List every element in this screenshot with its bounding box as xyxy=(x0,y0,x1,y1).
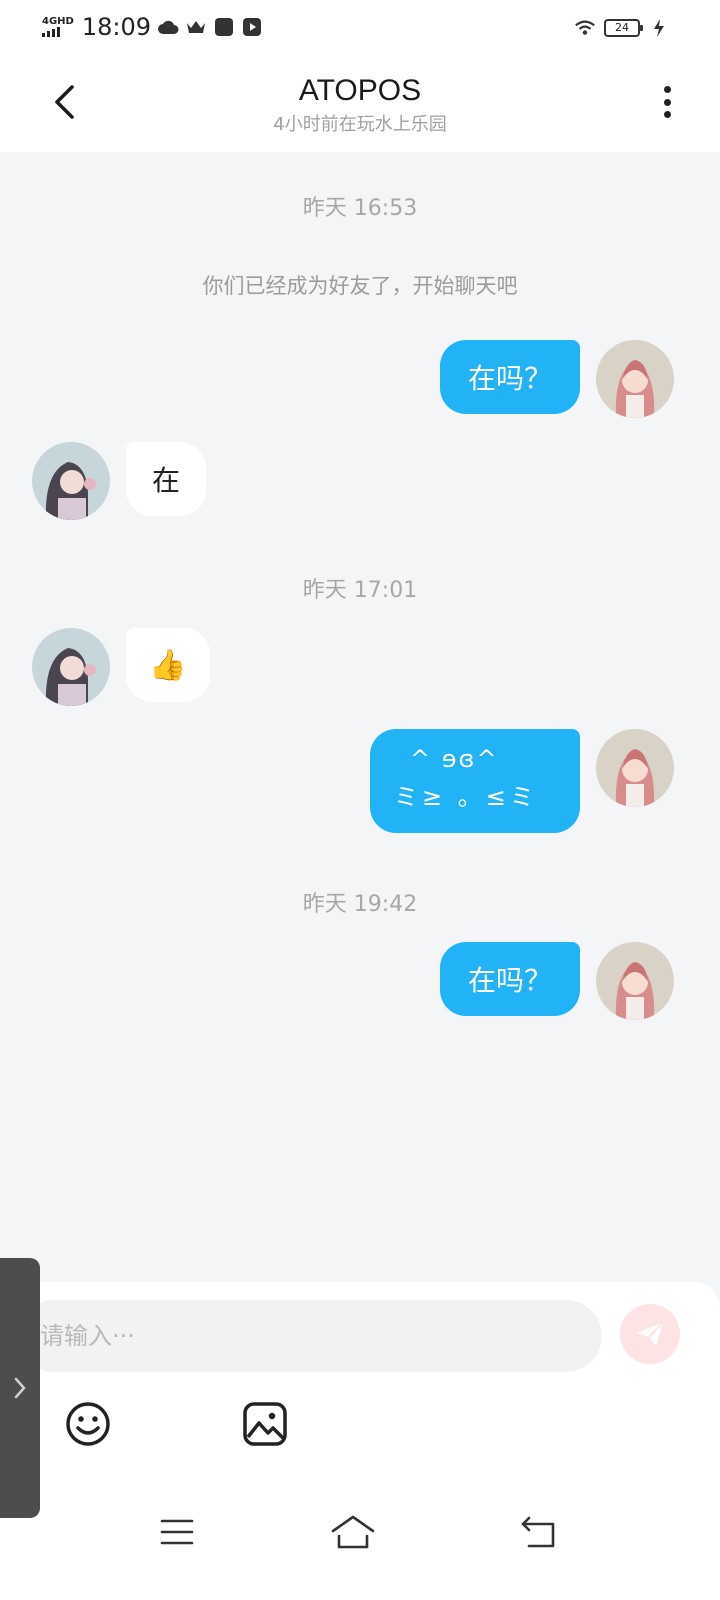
emoji-button[interactable] xyxy=(64,1400,112,1448)
contact-avatar[interactable] xyxy=(32,442,110,520)
status-left: 4GHD 18:09 xyxy=(42,12,263,42)
system-nav-bar xyxy=(0,1490,720,1600)
kaomoji-line-2: ミ≥ 。≤ミ xyxy=(394,783,538,811)
network-label: 4GHD xyxy=(42,16,74,27)
message-input[interactable] xyxy=(18,1300,602,1372)
weather-icon xyxy=(157,16,179,38)
contact-status: 4小时前在玩水上乐园 xyxy=(273,114,447,135)
signal-icon xyxy=(42,27,60,37)
crown-icon xyxy=(185,16,207,38)
clock: 18:09 xyxy=(81,13,152,41)
menu-icon xyxy=(160,1519,194,1545)
more-vertical-icon xyxy=(663,86,671,93)
message-list[interactable]: 昨天 16:53 你们已经成为好友了，开始聊天吧 在吗？ 在 昨天 17:01 … xyxy=(0,152,720,1282)
message-text: 在吗？ xyxy=(467,362,552,395)
emoji-icon xyxy=(66,1402,110,1446)
chat-header: ATOPOS 4小时前在玩水上乐园 xyxy=(0,56,720,152)
contact-name: ATOPOS xyxy=(298,74,422,107)
kaomoji-line-1: ^ ɘɞ^ xyxy=(410,745,499,773)
message-text: 在吗？ xyxy=(467,964,552,997)
side-panel-handle[interactable] xyxy=(0,1258,40,1518)
status-right: 24 xyxy=(574,16,670,40)
send-button[interactable] xyxy=(620,1304,680,1364)
timestamp: 昨天 16:53 xyxy=(302,196,418,221)
send-icon xyxy=(637,1321,664,1346)
outgoing-message-bubble[interactable]: 在吗？ xyxy=(440,942,580,1016)
my-avatar[interactable] xyxy=(596,340,674,418)
home-icon xyxy=(331,1515,375,1549)
menu-button[interactable] xyxy=(154,1512,200,1552)
chevron-right-icon xyxy=(14,1377,26,1399)
image-button[interactable] xyxy=(241,1400,289,1448)
more-options-button[interactable] xyxy=(654,82,680,122)
network-indicator: 4GHD xyxy=(42,17,74,37)
status-bar: 4GHD 18:09 24 xyxy=(0,0,720,56)
incoming-message-bubble[interactable]: 在 xyxy=(126,442,206,516)
home-button[interactable] xyxy=(330,1512,376,1552)
back-nav-button[interactable] xyxy=(516,1512,562,1552)
thumbs-up-emoji: 👍 xyxy=(149,647,187,683)
image-icon xyxy=(243,1402,287,1446)
incoming-message-bubble[interactable]: 👍 xyxy=(126,628,210,702)
back-icon xyxy=(521,1516,555,1548)
system-message: 你们已经成为好友了，开始聊天吧 xyxy=(202,274,518,298)
my-avatar[interactable] xyxy=(596,942,674,1020)
app-icon xyxy=(213,16,235,38)
media-icon xyxy=(241,16,263,38)
timestamp: 昨天 19:42 xyxy=(302,892,418,917)
outgoing-message-bubble[interactable]: ^ ɘɞ^ ミ≥ 。≤ミ xyxy=(370,729,580,833)
timestamp: 昨天 17:01 xyxy=(302,578,418,603)
battery-level: 24 xyxy=(615,21,629,34)
contact-avatar[interactable] xyxy=(32,628,110,706)
battery-indicator: 24 xyxy=(604,19,643,37)
charging-icon xyxy=(648,17,670,39)
message-text: 在 xyxy=(151,464,180,497)
my-avatar[interactable] xyxy=(596,729,674,807)
outgoing-message-bubble[interactable]: 在吗？ xyxy=(440,340,580,414)
wifi-icon xyxy=(574,17,596,39)
